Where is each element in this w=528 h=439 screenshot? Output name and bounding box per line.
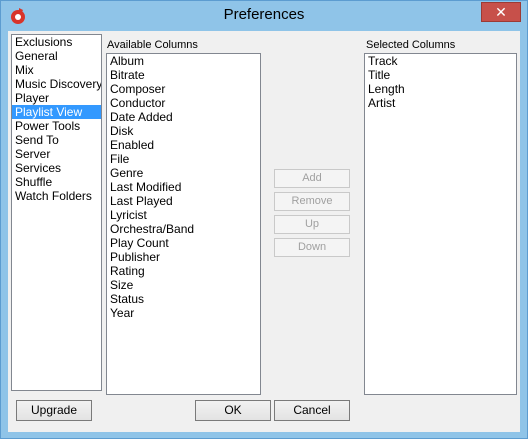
cancel-button[interactable]: Cancel — [274, 400, 350, 421]
category-item[interactable]: Watch Folders — [12, 189, 101, 203]
available-column-item[interactable]: Last Modified — [107, 180, 260, 194]
available-column-item[interactable]: Play Count — [107, 236, 260, 250]
selected-columns-list[interactable]: Track Title Length Artist — [364, 53, 517, 395]
available-column-item[interactable]: Disk — [107, 124, 260, 138]
available-column-item[interactable]: Rating — [107, 264, 260, 278]
available-column-item[interactable]: Last Played — [107, 194, 260, 208]
category-item[interactable]: Exclusions — [12, 35, 101, 49]
available-column-item[interactable]: Publisher — [107, 250, 260, 264]
available-column-item[interactable]: Genre — [107, 166, 260, 180]
available-column-item[interactable]: Size — [107, 278, 260, 292]
move-up-button[interactable]: Up — [274, 215, 350, 234]
remove-button[interactable]: Remove — [274, 192, 350, 211]
move-down-button[interactable]: Down — [274, 238, 350, 257]
selected-column-item[interactable]: Length — [365, 82, 516, 96]
category-item[interactable]: Mix — [12, 63, 101, 77]
available-column-item[interactable]: File — [107, 152, 260, 166]
available-column-item[interactable]: Enabled — [107, 138, 260, 152]
available-column-item[interactable]: Orchestra/Band — [107, 222, 260, 236]
category-item[interactable]: Services — [12, 161, 101, 175]
category-item[interactable]: Shuffle — [12, 175, 101, 189]
category-item[interactable]: Power Tools — [12, 119, 101, 133]
selected-columns-label: Selected Columns — [366, 39, 456, 51]
category-item[interactable]: Music Discovery — [12, 77, 101, 91]
selected-column-item[interactable]: Track — [365, 54, 516, 68]
category-item[interactable]: Send To — [12, 133, 101, 147]
close-button[interactable]: ✕ — [481, 2, 521, 22]
ok-button[interactable]: OK — [195, 400, 271, 421]
category-list[interactable]: Exclusions General Mix Music Discovery P… — [11, 34, 102, 391]
upgrade-button[interactable]: Upgrade — [16, 400, 92, 421]
category-item[interactable]: Player — [12, 91, 101, 105]
selected-column-item[interactable]: Title — [365, 68, 516, 82]
available-columns-label: Available Columns — [107, 39, 198, 51]
category-item-selected[interactable]: Playlist View — [12, 105, 101, 119]
category-item[interactable]: General — [12, 49, 101, 63]
available-column-item[interactable]: Album — [107, 54, 260, 68]
dialog-body: Exclusions General Mix Music Discovery P… — [8, 31, 520, 432]
available-column-item[interactable]: Year — [107, 306, 260, 320]
preferences-window: Preferences ✕ Exclusions General Mix Mus… — [0, 0, 528, 439]
available-columns-list[interactable]: Album Bitrate Composer Conductor Date Ad… — [106, 53, 261, 395]
available-column-item[interactable]: Bitrate — [107, 68, 260, 82]
selected-column-item[interactable]: Artist — [365, 96, 516, 110]
available-column-item[interactable]: Lyricist — [107, 208, 260, 222]
available-column-item[interactable]: Date Added — [107, 110, 260, 124]
available-column-item[interactable]: Conductor — [107, 96, 260, 110]
window-title: Preferences — [223, 6, 305, 23]
available-column-item[interactable]: Status — [107, 292, 260, 306]
add-button[interactable]: Add — [274, 169, 350, 188]
title-bar[interactable]: Preferences ✕ — [1, 1, 527, 31]
available-column-item[interactable]: Composer — [107, 82, 260, 96]
category-item[interactable]: Server — [12, 147, 101, 161]
